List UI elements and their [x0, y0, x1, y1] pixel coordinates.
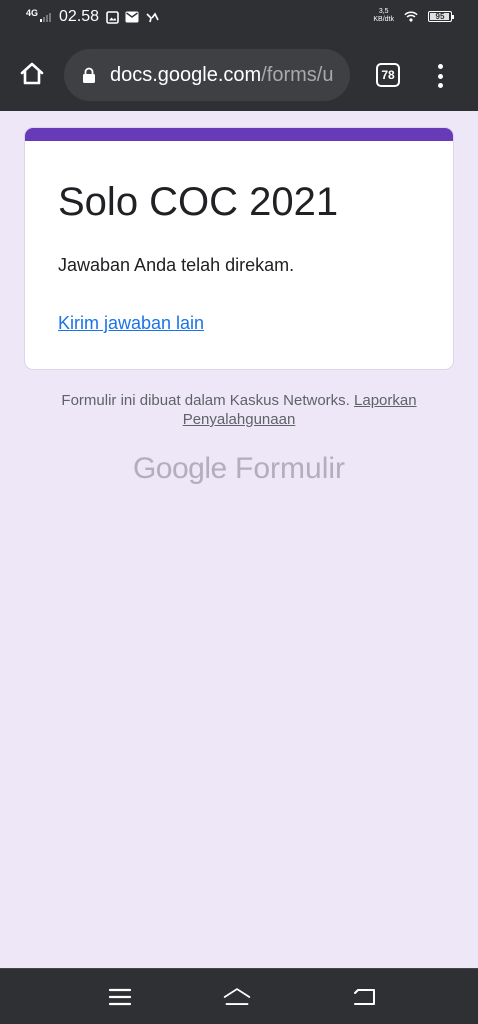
confirmation-message: Jawaban Anda telah direkam.: [58, 255, 295, 275]
mail-icon: [125, 10, 139, 24]
battery-level: 95: [435, 11, 445, 21]
form-title: Solo COC 2021: [58, 180, 339, 224]
network-type: 4G: [26, 8, 39, 18]
lock-icon: [82, 67, 96, 83]
gallery-icon: [105, 10, 119, 24]
battery-indicator: 95: [428, 10, 454, 22]
home-icon: [20, 62, 44, 85]
status-bar: 4G 02.58 3,5 KB/dtk 95: [0, 0, 478, 38]
browser-toolbar: docs.google.com/forms/u 78: [0, 38, 478, 111]
url-bar[interactable]: docs.google.com/forms/u: [64, 49, 350, 101]
back-button[interactable]: [349, 983, 379, 1011]
menu-dot: [437, 83, 443, 88]
tab-switcher-button[interactable]: 78: [376, 63, 400, 87]
recents-button[interactable]: [105, 983, 135, 1011]
speed-value: 3,5: [378, 8, 389, 15]
tab-count: 78: [381, 68, 395, 82]
google-forms-logo: Google Formulir: [0, 452, 478, 486]
status-time: 02.58: [59, 8, 100, 25]
footer-text: Formulir ini dibuat dalam Kaskus Network…: [61, 392, 350, 409]
overflow-menu-button[interactable]: [430, 62, 450, 90]
form-card: Solo COC 2021 Jawaban Anda telah direkam…: [24, 127, 454, 370]
menu-dot: [437, 64, 443, 69]
brand-product: Formulir: [235, 452, 346, 485]
brand-google: Google: [132, 452, 227, 485]
back-icon: [354, 989, 375, 1005]
recents-icon: [108, 988, 132, 1006]
menu-dot: [437, 73, 443, 79]
wifi-icon: [404, 9, 418, 23]
status-left: 4G 02.58: [26, 8, 159, 26]
home-button[interactable]: [16, 58, 48, 90]
home-nav-icon: [223, 988, 251, 1005]
system-nav-bar: [0, 968, 478, 1024]
form-footer: Formulir ini dibuat dalam Kaskus Network…: [40, 391, 438, 429]
submit-another-response-link[interactable]: Kirim jawaban lain: [58, 313, 204, 334]
network-speed: 3,5 KB/dtk: [373, 8, 394, 24]
messenger-icon: [145, 10, 159, 24]
card-accent-bar: [25, 128, 453, 141]
signal-icon: [40, 12, 52, 22]
home-nav-button[interactable]: [222, 983, 252, 1011]
speed-unit: KB/dtk: [373, 16, 394, 23]
url-path: /forms/u: [261, 63, 334, 86]
status-right: 3,5 KB/dtk 95: [373, 8, 454, 24]
url-host: docs.google.com: [110, 63, 262, 86]
